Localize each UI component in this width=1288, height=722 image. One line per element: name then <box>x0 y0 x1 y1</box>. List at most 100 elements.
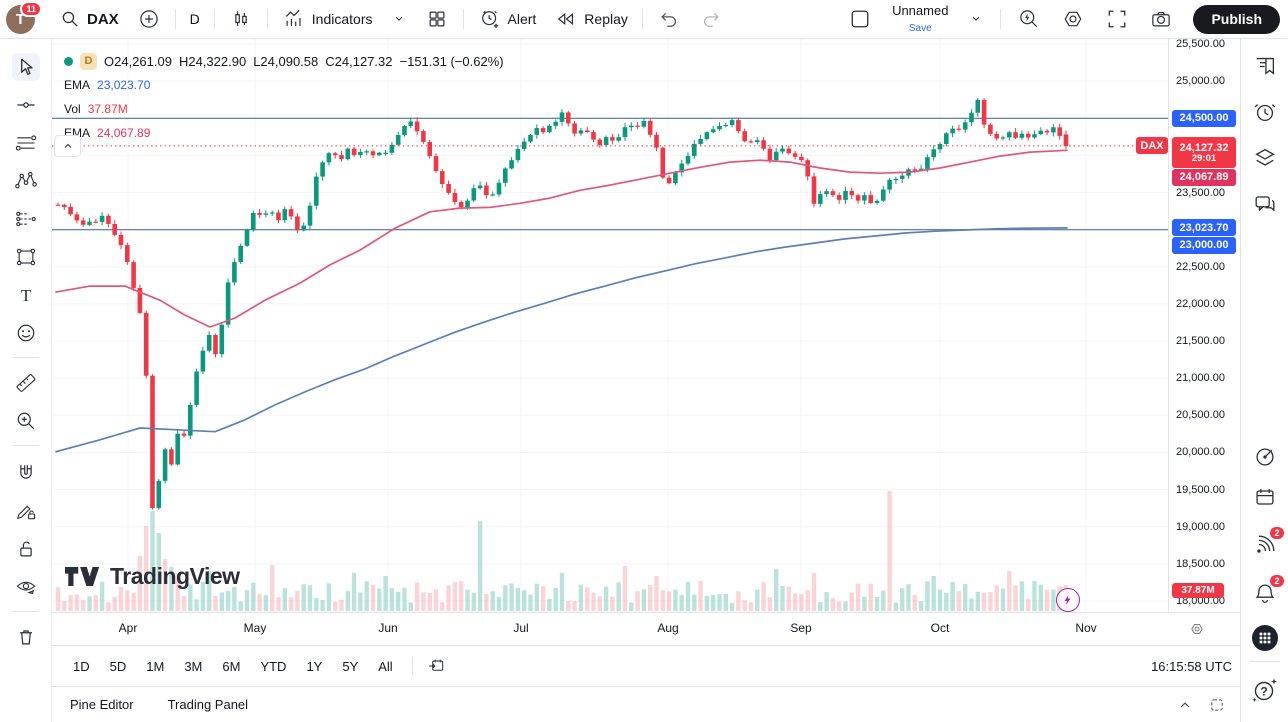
save-layout-button[interactable]: Unnamed Save <box>884 0 956 38</box>
smiley-icon <box>14 321 38 345</box>
interval-label: D <box>190 11 200 27</box>
fib-tool-button[interactable] <box>12 129 40 157</box>
indicators-dropdown-arrow[interactable] <box>383 7 415 31</box>
price-axis-label: 21,500.00 <box>1176 335 1225 347</box>
range-3m-button[interactable]: 3M <box>175 654 211 679</box>
help-button[interactable]: ? <box>1251 676 1279 704</box>
range-5y-button[interactable]: 5Y <box>333 654 367 679</box>
ema-line[interactable] <box>56 150 1067 327</box>
publish-button[interactable]: Publish <box>1193 5 1280 34</box>
shapes-tool-button[interactable] <box>12 243 40 271</box>
range-1m-button[interactable]: 1M <box>137 654 173 679</box>
trend-line-tool-button[interactable] <box>12 91 40 119</box>
hline-price-badge: 23,000.00 <box>1172 237 1236 254</box>
pine-editor-tab[interactable]: Pine Editor <box>70 697 134 712</box>
indicators-button[interactable]: Indicators <box>274 3 381 35</box>
notifications-button[interactable]: 2 <box>1251 579 1279 607</box>
tradingview-logo-icon <box>64 563 102 590</box>
screenshot-button[interactable] <box>1141 3 1181 35</box>
ruler-icon <box>14 371 38 395</box>
zoom-tool-button[interactable] <box>12 407 40 435</box>
vol-label: Vol <box>64 102 81 116</box>
symbol-search-button[interactable]: DAX <box>51 4 127 34</box>
hide-drawings-button[interactable] <box>12 573 40 601</box>
text-tool-button[interactable]: T <box>12 281 40 309</box>
chart-style-button[interactable] <box>221 3 261 35</box>
more-apps-button[interactable] <box>1251 624 1279 652</box>
go-to-date-button[interactable] <box>423 652 451 680</box>
indicator-templates-button[interactable] <box>417 3 457 35</box>
trend-line-icon <box>14 93 38 117</box>
legend-close: C24,127.32 <box>325 54 392 69</box>
redo-button[interactable] <box>691 3 731 35</box>
chart-pane[interactable]: D O24,261.09 H24,322.90 L24,090.58 C24,1… <box>52 39 1240 612</box>
panel-expand-chevron-icon[interactable] <box>1176 696 1194 714</box>
chat-bubbles-icon <box>1252 191 1278 217</box>
camera-icon <box>1149 7 1173 31</box>
price-axis-label: 22,000.00 <box>1176 298 1225 310</box>
watchlist-button[interactable] <box>1251 52 1279 80</box>
price-axis[interactable]: 25,500.0025,000.0024,500.0024,000.0023,5… <box>1168 39 1240 612</box>
remove-drawings-button[interactable] <box>12 623 40 651</box>
measure-tool-button[interactable] <box>12 369 40 397</box>
ideas-stream-button[interactable]: 2 <box>1251 531 1279 559</box>
indicators-icon <box>282 7 306 31</box>
volume-legend-row[interactable]: Vol 37.87M <box>64 97 504 121</box>
price-axis-label: 18,500.00 <box>1176 558 1225 570</box>
ema-slow-badge: 23,023.70 <box>1172 219 1236 236</box>
layout-dropdown-arrow[interactable] <box>960 7 992 31</box>
alerts-button[interactable] <box>1251 98 1279 126</box>
interval-badge[interactable]: D <box>80 53 97 70</box>
lock-drawings-button[interactable] <box>12 535 40 563</box>
time-axis[interactable]: AprMayJunJulAugSepOctNov <box>52 612 1240 645</box>
notifications-count-badge: 2 <box>1269 574 1285 588</box>
ema-slow-legend-row[interactable]: EMA 23,023.70 <box>64 73 504 97</box>
fullscreen-button[interactable] <box>1097 3 1137 35</box>
layout-button[interactable] <box>840 3 880 35</box>
magnet-tool-button[interactable] <box>12 459 40 487</box>
calendar-button[interactable] <box>1251 483 1279 511</box>
legend-change: −151.31 (−0.62%) <box>400 54 504 69</box>
watermark-text: TradingView <box>110 563 240 590</box>
compare-add-symbol-button[interactable] <box>129 3 169 35</box>
ema-fast-legend-row[interactable]: EMA 24,067.89 <box>64 121 504 145</box>
range-all-button[interactable]: All <box>369 654 401 679</box>
divider <box>13 445 39 446</box>
user-avatar[interactable]: T 11 <box>6 5 35 34</box>
quick-search-button[interactable] <box>1009 3 1049 35</box>
gear-icon <box>1061 7 1085 31</box>
timezone-clock[interactable]: 16:15:58 UTC <box>1151 659 1232 674</box>
apps-grid-icon <box>1251 623 1279 653</box>
drawing-mode-button[interactable] <box>12 497 40 525</box>
axis-settings-button[interactable] <box>1188 620 1206 638</box>
range-5d-button[interactable]: 5D <box>101 654 136 679</box>
hotlists-button[interactable] <box>1251 443 1279 471</box>
object-tree-button[interactable] <box>1251 144 1279 172</box>
boost-lightning-button[interactable] <box>1056 588 1080 612</box>
chat-button[interactable] <box>1251 190 1279 218</box>
range-1d-button[interactable]: 1D <box>64 654 99 679</box>
layout-square-icon <box>848 7 872 31</box>
pattern-tool-button[interactable] <box>12 167 40 195</box>
price-axis-label: 25,500.00 <box>1176 38 1225 50</box>
cursor-tool-button[interactable] <box>12 53 40 81</box>
range-6m-button[interactable]: 6M <box>213 654 249 679</box>
divider <box>412 657 413 675</box>
trading-panel-tab[interactable]: Trading Panel <box>168 697 248 712</box>
month-label: May <box>244 621 267 635</box>
legend-collapse-button[interactable] <box>54 135 81 157</box>
emoji-tool-button[interactable] <box>12 319 40 347</box>
range-1y-button[interactable]: 1Y <box>297 654 331 679</box>
replay-button[interactable]: Replay <box>546 3 636 35</box>
symbol-legend-row[interactable]: D O24,261.09 H24,322.90 L24,090.58 C24,1… <box>64 49 504 73</box>
top-toolbar: T 11 DAX D Indicators <box>0 0 1288 39</box>
undo-button[interactable] <box>649 3 689 35</box>
projection-tool-button[interactable] <box>12 205 40 233</box>
lightning-icon <box>1061 593 1075 607</box>
panel-maximize-icon[interactable] <box>1208 696 1226 714</box>
settings-button[interactable] <box>1053 3 1093 35</box>
layout-name: Unnamed <box>892 4 948 18</box>
interval-button[interactable]: D <box>182 7 208 31</box>
range-ytd-button[interactable]: YTD <box>251 654 295 679</box>
alert-button[interactable]: Alert <box>470 3 545 35</box>
